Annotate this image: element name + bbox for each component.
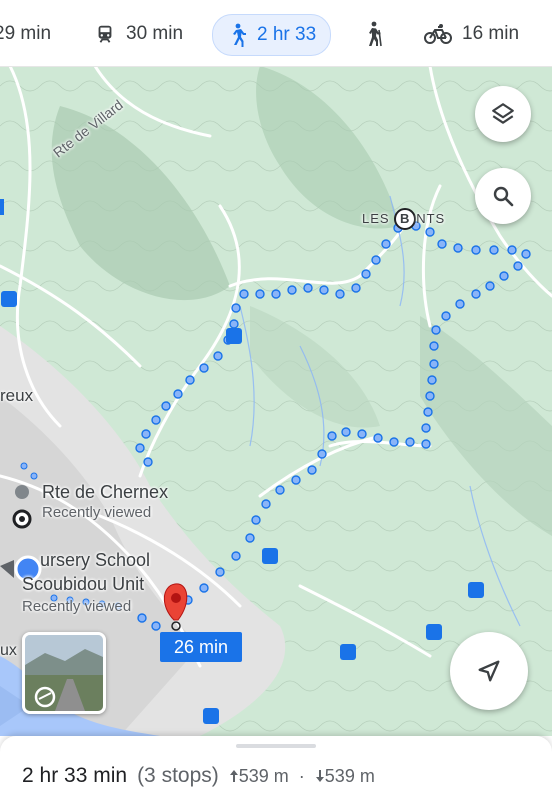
elevation-gain: 539 m	[229, 766, 289, 787]
place-nursery-recent: Recently viewed	[22, 598, 132, 615]
place-label-ux: ux	[0, 642, 17, 659]
stops-count: (3 stops)	[137, 764, 219, 787]
place-label-partial: reux	[0, 386, 34, 405]
arrow-down-icon	[315, 770, 324, 782]
walking-icon	[233, 23, 246, 47]
elevation-loss: 539 m	[315, 766, 375, 787]
transit-time: 30 min	[126, 23, 184, 44]
navigation-arrow-icon	[478, 660, 500, 682]
place-nursery-school-line2: Scoubidou Unit	[22, 574, 145, 594]
place-nursery-school[interactable]: ursery School	[40, 550, 150, 571]
sheet-drag-handle[interactable]	[236, 744, 316, 748]
place-chernex[interactable]: Rte de Chernex	[42, 482, 168, 503]
mode-transit[interactable]: 30 min	[94, 14, 183, 54]
search-button[interactable]	[475, 168, 531, 224]
street-view-image	[25, 635, 103, 711]
route-duration-badge[interactable]: 26 min	[160, 632, 242, 662]
drive-time: 29 min	[0, 23, 52, 44]
mode-walk[interactable]: 2 hr 33	[212, 14, 332, 56]
les-bants-prefix: LES	[362, 211, 395, 226]
descent-value: 539 m	[324, 766, 375, 786]
bicycle-icon	[424, 24, 452, 44]
place-chernex-recent: Recently viewed	[42, 504, 152, 521]
total-duration: 2 hr 33 min	[22, 764, 128, 787]
elevation-separator: ·	[298, 766, 305, 786]
walk-time: 2 hr 33	[257, 24, 317, 45]
map-view[interactable]: Rte de Villard LES B NTS reux Rte de Cher…	[0, 66, 552, 736]
mode-hike[interactable]	[362, 14, 384, 54]
layers-icon	[492, 103, 514, 124]
bike-time: 16 min	[462, 23, 520, 44]
arrow-up-icon	[229, 770, 238, 782]
les-bants-marker: B	[394, 208, 417, 230]
ascent-value: 539 m	[238, 766, 289, 786]
mode-drive[interactable]: 29 min	[0, 14, 51, 54]
les-bants-suffix: NTS	[416, 211, 446, 226]
travel-mode-bar: 29 min 30 min 2 hr 33 16 min	[0, 0, 552, 67]
place-les-bants[interactable]: LES B NTS	[362, 208, 445, 230]
mode-bike[interactable]: 16 min	[424, 14, 519, 54]
recenter-button[interactable]	[450, 632, 528, 710]
hiking-icon	[369, 21, 382, 47]
street-view-thumbnail[interactable]	[22, 632, 106, 714]
route-summary-sheet[interactable]: 2 hr 33 min (3 stops) 539 m · 539 m	[0, 736, 552, 800]
layers-button[interactable]	[475, 86, 531, 142]
train-icon	[98, 25, 112, 43]
search-icon	[493, 186, 514, 207]
route-summary: 2 hr 33 min (3 stops) 539 m · 539 m	[22, 764, 375, 788]
